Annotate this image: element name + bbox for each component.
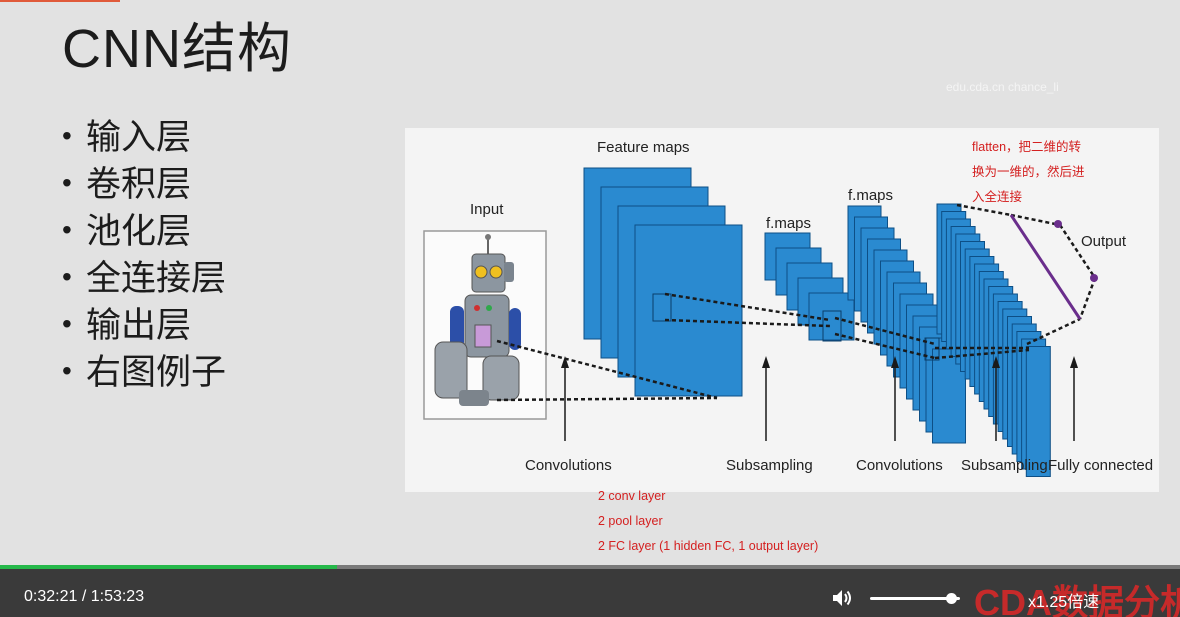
output-node <box>1090 274 1098 282</box>
slide: CNN结构 输入层 卷积层 池化层 全连接层 输出层 右图例子 edu.cda.… <box>0 0 1180 565</box>
label-fully-connected: Fully connected <box>1048 457 1153 474</box>
watermark: edu.cda.cn chance_li <box>946 80 1059 94</box>
layers-annotation: 2 conv layer 2 pool layer 2 FC layer (1 … <box>598 484 818 559</box>
bullet-item: 全连接层 <box>62 253 226 302</box>
volume-knob[interactable] <box>946 593 957 604</box>
bullet-item: 卷积层 <box>62 159 226 208</box>
label-subsampling-2: Subsampling <box>961 457 1048 474</box>
layers-note-line: 2 FC layer (1 hidden FC, 1 output layer) <box>598 539 819 553</box>
dotted-link <box>1078 277 1097 320</box>
arrow-head <box>762 356 770 368</box>
label-feature-maps: Feature maps <box>597 139 690 156</box>
label-fmaps-2: f.maps <box>848 187 893 204</box>
robot-illustration <box>423 230 547 420</box>
label-convolutions-2: Convolutions <box>856 457 943 474</box>
layers-note-line: 2 conv layer <box>598 489 666 503</box>
arrow-head <box>1070 356 1078 368</box>
feature-map <box>634 224 743 397</box>
label-output: Output <box>1081 233 1127 250</box>
bullet-item: 输出层 <box>62 300 226 349</box>
output-node <box>1054 220 1062 228</box>
fmap-small <box>808 292 855 341</box>
feature-maps <box>583 167 1051 477</box>
label-fmaps-1: f.maps <box>766 215 811 232</box>
time-display: 0:32:21 / 1:53:23 <box>24 588 145 605</box>
playback-speed-button[interactable]: x1.25倍速 <box>1028 588 1099 612</box>
slide-title: CNN结构 <box>62 19 292 79</box>
flatten-annotation: flatten，把二维的转 换为一维的，然后进 入全连接 <box>972 135 1102 210</box>
bullet-item: 池化层 <box>62 206 226 255</box>
label-convolutions-1: Convolutions <box>525 457 612 474</box>
bullet-item: 输入层 <box>62 112 226 161</box>
bullet-list: 输入层 卷积层 池化层 全连接层 输出层 右图例子 <box>62 112 226 396</box>
label-input: Input <box>470 201 504 218</box>
flatten-note-line: flatten，把二维的转 <box>972 140 1082 154</box>
volume-icon[interactable] <box>830 586 854 615</box>
flatten-note-line: 入全连接 <box>972 190 1023 204</box>
layers-note-line: 2 pool layer <box>598 514 663 528</box>
slide-top-accent <box>0 0 120 2</box>
progress-bar[interactable] <box>0 565 1180 569</box>
bullet-item: 右图例子 <box>62 347 226 396</box>
volume-slider[interactable] <box>870 593 962 604</box>
progress-fill <box>0 565 338 569</box>
flatten-note-line: 换为一维的，然后进 <box>972 165 1085 179</box>
label-subsampling-1: Subsampling <box>726 457 813 474</box>
arrow-head <box>561 356 569 368</box>
